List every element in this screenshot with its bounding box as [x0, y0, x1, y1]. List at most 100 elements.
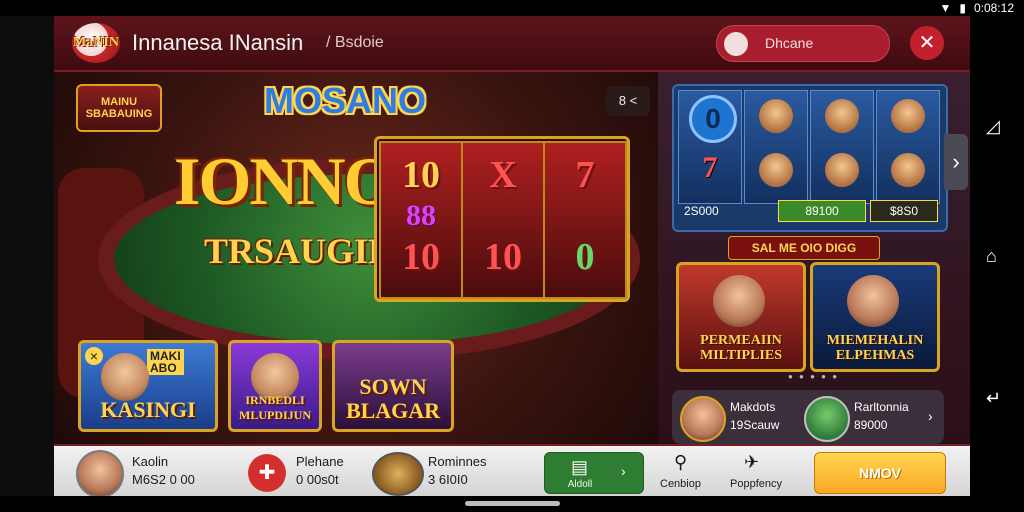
card-label: SOWN BLAGAR: [345, 374, 441, 423]
promo-avatar: [847, 275, 899, 327]
hero-title: MOSANO: [264, 80, 426, 121]
casino-app: MaNIN Innanesa INansin / Bsdoie Dhcane ✕…: [54, 16, 970, 496]
chevron-right-icon[interactable]: ›: [944, 134, 968, 190]
home-indicator: [0, 496, 970, 512]
reel-3: 7 0: [543, 141, 627, 299]
plane-amount: 0 00s0t: [296, 472, 339, 487]
avatar: [804, 396, 850, 442]
pill-label: Dhcane: [765, 35, 814, 51]
poppfency-label[interactable]: Poppfency: [730, 478, 782, 490]
reel-symbol: 0: [575, 236, 595, 278]
reel-symbol: 10: [484, 236, 522, 278]
user-value: 89000: [854, 418, 888, 432]
slot-reels[interactable]: 10 88 10 X 10 7 0: [374, 136, 630, 302]
app-subtitle: / Bsdoie: [326, 34, 384, 51]
user-row[interactable]: Makdots 19Scauw Rarltonnia 89000 ›: [672, 390, 944, 444]
plane-name: Plehane: [296, 454, 344, 469]
rotate-icon[interactable]: ◿: [986, 116, 1010, 140]
rom-amount: 3 6I0I0: [428, 472, 468, 487]
slot-tile: [810, 90, 874, 204]
reel-symbol: 7: [575, 154, 595, 196]
slot-face-icon: [825, 153, 859, 187]
status-icons: ▼ ▮ 0:08:12: [939, 1, 1014, 15]
chevron-right-icon: ›: [621, 463, 626, 479]
promo-avatar: [713, 275, 765, 327]
slot-face-icon: [891, 99, 925, 133]
battery-icon: ▮: [959, 1, 966, 15]
mini-slots-panel[interactable]: 0 7 2S000 89100 $8S0: [672, 84, 948, 232]
slot-amount-button[interactable]: $8S0: [870, 200, 938, 222]
card-label: KASINGI: [100, 397, 196, 422]
player-balance: M6S2 0 00: [132, 472, 195, 487]
slot-face-icon: [759, 153, 793, 187]
play-now-button[interactable]: NMOV: [814, 452, 946, 494]
avatar: [680, 396, 726, 442]
card-top-label: MAKI ABO: [147, 349, 184, 375]
android-nav-bar: ◿ ⌂ ↵: [970, 16, 1024, 512]
slot-tile: [876, 90, 940, 204]
bus-icon: ▤: [571, 457, 589, 477]
header-pill-button[interactable]: Dhcane: [716, 25, 890, 62]
app-header: MaNIN Innanesa INansin / Bsdoie Dhcane ✕: [54, 16, 970, 72]
promo-title: SAL ME OIO DIGG: [728, 236, 880, 260]
promo-card-label: MIEMEHALIN ELPEHMAS: [826, 333, 924, 363]
promo-card[interactable]: MIEMEHALIN ELPEHMAS: [810, 262, 940, 372]
hero-badge-text: MAINU SBABAUING: [85, 96, 153, 120]
back-icon[interactable]: ↵: [986, 388, 1010, 412]
hero-nav-button[interactable]: 8 <: [606, 86, 650, 116]
avatar[interactable]: [76, 450, 124, 496]
logo-text: MaNIN: [73, 35, 119, 50]
wings-icon[interactable]: ✈: [744, 452, 774, 476]
reel-2: X 10: [461, 141, 545, 299]
right-panel: 0 7 2S000 89100 $8S0 › SAL ME OIO DIGG P…: [658, 72, 970, 444]
card-avatar: [101, 353, 149, 401]
home-icon[interactable]: ⌂: [986, 246, 1010, 270]
pill-avatar-icon: [724, 32, 748, 56]
promo-card-label: PERMEAIIN MILTIPLIES: [700, 333, 782, 363]
home-bar[interactable]: [465, 501, 560, 506]
slot-total: 2S000: [684, 204, 719, 218]
user-value: 19Scauw: [730, 418, 780, 432]
chevron-right-icon[interactable]: ›: [928, 408, 933, 424]
user-name: Rarltonnia: [854, 400, 909, 414]
slot-amount-button[interactable]: 89100: [778, 200, 866, 222]
chips-icon[interactable]: [372, 452, 424, 496]
reel-symbol: 10: [402, 154, 440, 196]
centrip-label[interactable]: Cenbiop: [660, 478, 701, 490]
carousel-dots[interactable]: ● ● ● ● ●: [788, 372, 839, 381]
slot-face-icon: [759, 99, 793, 133]
slot-face-icon: [891, 153, 925, 187]
lobby-label: Aldoll: [567, 479, 593, 490]
card-label: IRNBEDLI MLUPDIJUN: [239, 393, 311, 422]
rom-name: Rominnes: [428, 454, 487, 469]
hero-badge[interactable]: MAINU SBABAUING: [76, 84, 162, 132]
status-bar: ▼ ▮ 0:08:12: [0, 0, 1024, 16]
lobby-button[interactable]: ▤ Aldoll ›: [544, 452, 644, 494]
bottom-bar: Kaolin M6S2 0 00 ✚ Plehane 0 00s0t Romin…: [54, 444, 970, 496]
hero-big-text: IONNO: [174, 143, 396, 219]
game-card-3[interactable]: SOWN BLAGAR: [332, 340, 454, 432]
reel-symbol: 88: [406, 199, 436, 232]
slot-face-icon: [825, 99, 859, 133]
user-name: Makdots: [730, 400, 776, 414]
close-icon[interactable]: ×: [85, 347, 103, 365]
reel-symbol: X: [489, 154, 517, 196]
player-name: Kaolin: [132, 454, 169, 469]
app-title: Innanesa INansin: [132, 30, 304, 55]
hero-banner[interactable]: MAINU SBABAUING MOSANO IONNO TRSAUGINS 8…: [54, 72, 658, 444]
slot-coin-icon: 0: [689, 95, 737, 143]
slot-tile: [744, 90, 808, 204]
ribbon-icon[interactable]: ✚: [248, 454, 286, 492]
logo[interactable]: MaNIN: [72, 23, 120, 63]
game-card-2[interactable]: IRNBEDLI MLUPDIJUN: [228, 340, 322, 432]
search-icon[interactable]: ⚲: [674, 452, 704, 476]
status-time: 0:08:12: [973, 1, 1014, 15]
slot-symbol: 7: [702, 151, 718, 184]
slot-tile: 0 7: [678, 90, 742, 204]
game-card-kasingi[interactable]: × MAKI ABO KASINGI: [78, 340, 218, 432]
reel-symbol: 10: [402, 236, 440, 278]
reel-1: 10 88 10: [379, 141, 463, 299]
promo-card[interactable]: PERMEAIIN MILTIPLIES: [676, 262, 806, 372]
wifi-icon: ▼: [939, 1, 952, 15]
close-button[interactable]: ✕: [910, 26, 944, 60]
